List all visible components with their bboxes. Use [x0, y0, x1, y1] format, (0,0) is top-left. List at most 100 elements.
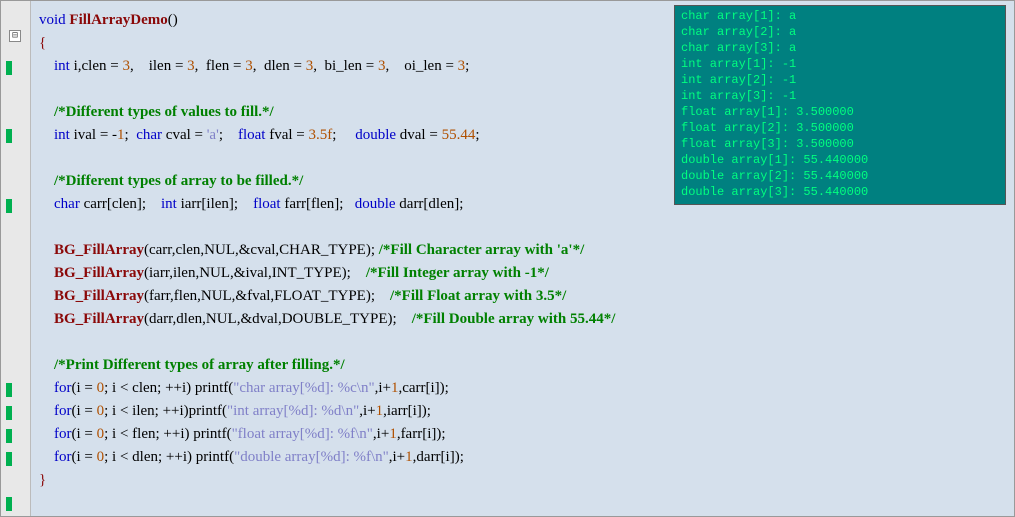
code-token: 3 [245, 58, 253, 74]
code-token: , dlen = [253, 58, 306, 74]
code-token: /*Different types of values to fill.*/ [54, 104, 274, 120]
editor-gutter: ⊟ [1, 1, 31, 516]
fold-minus-icon[interactable]: ⊟ [9, 30, 21, 42]
bookmark-icon[interactable] [6, 129, 12, 143]
code-token: ival = - [70, 127, 117, 143]
code-token: for [54, 426, 72, 442]
code-token: for [54, 449, 72, 465]
code-token: fval = [265, 127, 308, 143]
code-token: ; [465, 58, 469, 74]
output-console: char array[1]: a char array[2]: a char a… [674, 5, 1006, 205]
code-token: darr[dlen]; [396, 196, 464, 212]
code-token: 0 [97, 426, 105, 442]
code-token: float [253, 196, 281, 212]
code-token: ,i+ [373, 426, 389, 442]
code-token: 55.44 [442, 127, 476, 143]
code-line[interactable]: for(i = 0; i < flen; ++i) printf("float … [39, 423, 1014, 446]
code-token: , ilen = [130, 58, 187, 74]
code-token: (i = [72, 449, 97, 465]
code-token: ; i < flen; ++i) printf( [104, 426, 231, 442]
code-token: int [54, 58, 70, 74]
code-token: carr[clen]; [80, 196, 161, 212]
code-token: (i = [72, 403, 97, 419]
bookmark-icon[interactable] [6, 452, 12, 466]
bookmark-icon[interactable] [6, 199, 12, 213]
code-line[interactable]: /*Print Different types of array after f… [39, 354, 1014, 377]
code-token: for [54, 380, 72, 396]
code-token: () [168, 12, 178, 28]
code-token: /*Print Different types of array after f… [54, 357, 345, 373]
code-token: ; [332, 127, 355, 143]
code-token: ,farr[i]); [397, 426, 446, 442]
code-token: , flen = [195, 58, 246, 74]
code-token: "char array[%d]: %c\n" [233, 380, 374, 396]
code-token: FillArrayDemo [69, 12, 167, 28]
code-token: dval = [396, 127, 442, 143]
code-token: 1 [117, 127, 125, 143]
code-token: double [355, 196, 396, 212]
code-token: int [161, 196, 177, 212]
code-line[interactable]: for(i = 0; i < clen; ++i) printf("char a… [39, 377, 1014, 400]
code-token: (carr,clen,NUL,&cval,CHAR_TYPE); [144, 242, 379, 258]
code-token: /*Fill Float array with 3.5*/ [390, 288, 566, 304]
code-line[interactable] [39, 216, 1014, 239]
code-token: ; [219, 127, 238, 143]
code-token: 3 [187, 58, 195, 74]
code-token: iarr[ilen]; [177, 196, 253, 212]
code-token: BG_FillArray [54, 242, 144, 258]
code-token: BG_FillArray [54, 265, 144, 281]
code-token: ; [475, 127, 479, 143]
code-token: ; [125, 127, 137, 143]
code-token: 3.5f [309, 127, 333, 143]
code-line[interactable]: for(i = 0; i < ilen; ++i)printf("int arr… [39, 400, 1014, 423]
code-line[interactable]: BG_FillArray(darr,dlen,NUL,&dval,DOUBLE_… [39, 308, 1014, 331]
code-line[interactable]: BG_FillArray(iarr,ilen,NUL,&ival,INT_TYP… [39, 262, 1014, 285]
code-token: double [355, 127, 396, 143]
code-line[interactable]: BG_FillArray(farr,flen,NUL,&fval,FLOAT_T… [39, 285, 1014, 308]
code-line[interactable] [39, 331, 1014, 354]
code-token: for [54, 403, 72, 419]
bookmark-icon[interactable] [6, 383, 12, 397]
code-token: char [136, 127, 162, 143]
code-token: ,i+ [389, 449, 405, 465]
code-token: 1 [389, 426, 397, 442]
code-token: ; i < dlen; ++i) printf( [104, 449, 234, 465]
bookmark-icon[interactable] [6, 429, 12, 443]
code-line[interactable]: } [39, 469, 1014, 492]
code-token: void [39, 12, 66, 28]
code-token: int [54, 127, 70, 143]
code-token: BG_FillArray [54, 311, 144, 327]
code-token: i,clen = [70, 58, 123, 74]
code-token: 'a' [207, 127, 219, 143]
code-token: ; i < ilen; ++i)printf( [104, 403, 227, 419]
bookmark-icon[interactable] [6, 497, 12, 511]
code-token: float [238, 127, 266, 143]
code-token: 0 [97, 403, 105, 419]
code-token: "int array[%d]: %d\n" [227, 403, 359, 419]
code-token: (darr,dlen,NUL,&dval,DOUBLE_TYPE); [144, 311, 412, 327]
code-token: 0 [97, 380, 105, 396]
bookmark-icon[interactable] [6, 61, 12, 75]
code-token: ,i+ [375, 380, 391, 396]
code-token: /*Fill Integer array with -1*/ [366, 265, 549, 281]
code-token: 3 [122, 58, 130, 74]
code-token: ; i < clen; ++i) printf( [104, 380, 233, 396]
code-token: (i = [72, 426, 97, 442]
code-line[interactable]: BG_FillArray(carr,clen,NUL,&cval,CHAR_TY… [39, 239, 1014, 262]
code-token: (farr,flen,NUL,&fval,FLOAT_TYPE); [144, 288, 390, 304]
code-token: , bi_len = [313, 58, 378, 74]
code-token: /*Fill Double array with 55.44*/ [412, 311, 616, 327]
code-token: 1 [376, 403, 384, 419]
code-token: BG_FillArray [54, 288, 144, 304]
code-token: ,carr[i]); [398, 380, 448, 396]
code-token: char [54, 196, 80, 212]
code-token: ,darr[i]); [413, 449, 464, 465]
code-token: 1 [405, 449, 413, 465]
code-token: , oi_len = [385, 58, 457, 74]
code-token: /*Fill Character array with 'a'*/ [379, 242, 585, 258]
code-line[interactable]: for(i = 0; i < dlen; ++i) printf("double… [39, 446, 1014, 469]
bookmark-icon[interactable] [6, 406, 12, 420]
code-token: ,iarr[i]); [383, 403, 431, 419]
code-token: /*Different types of array to be filled.… [54, 173, 303, 189]
code-token: "float array[%d]: %f\n" [232, 426, 373, 442]
